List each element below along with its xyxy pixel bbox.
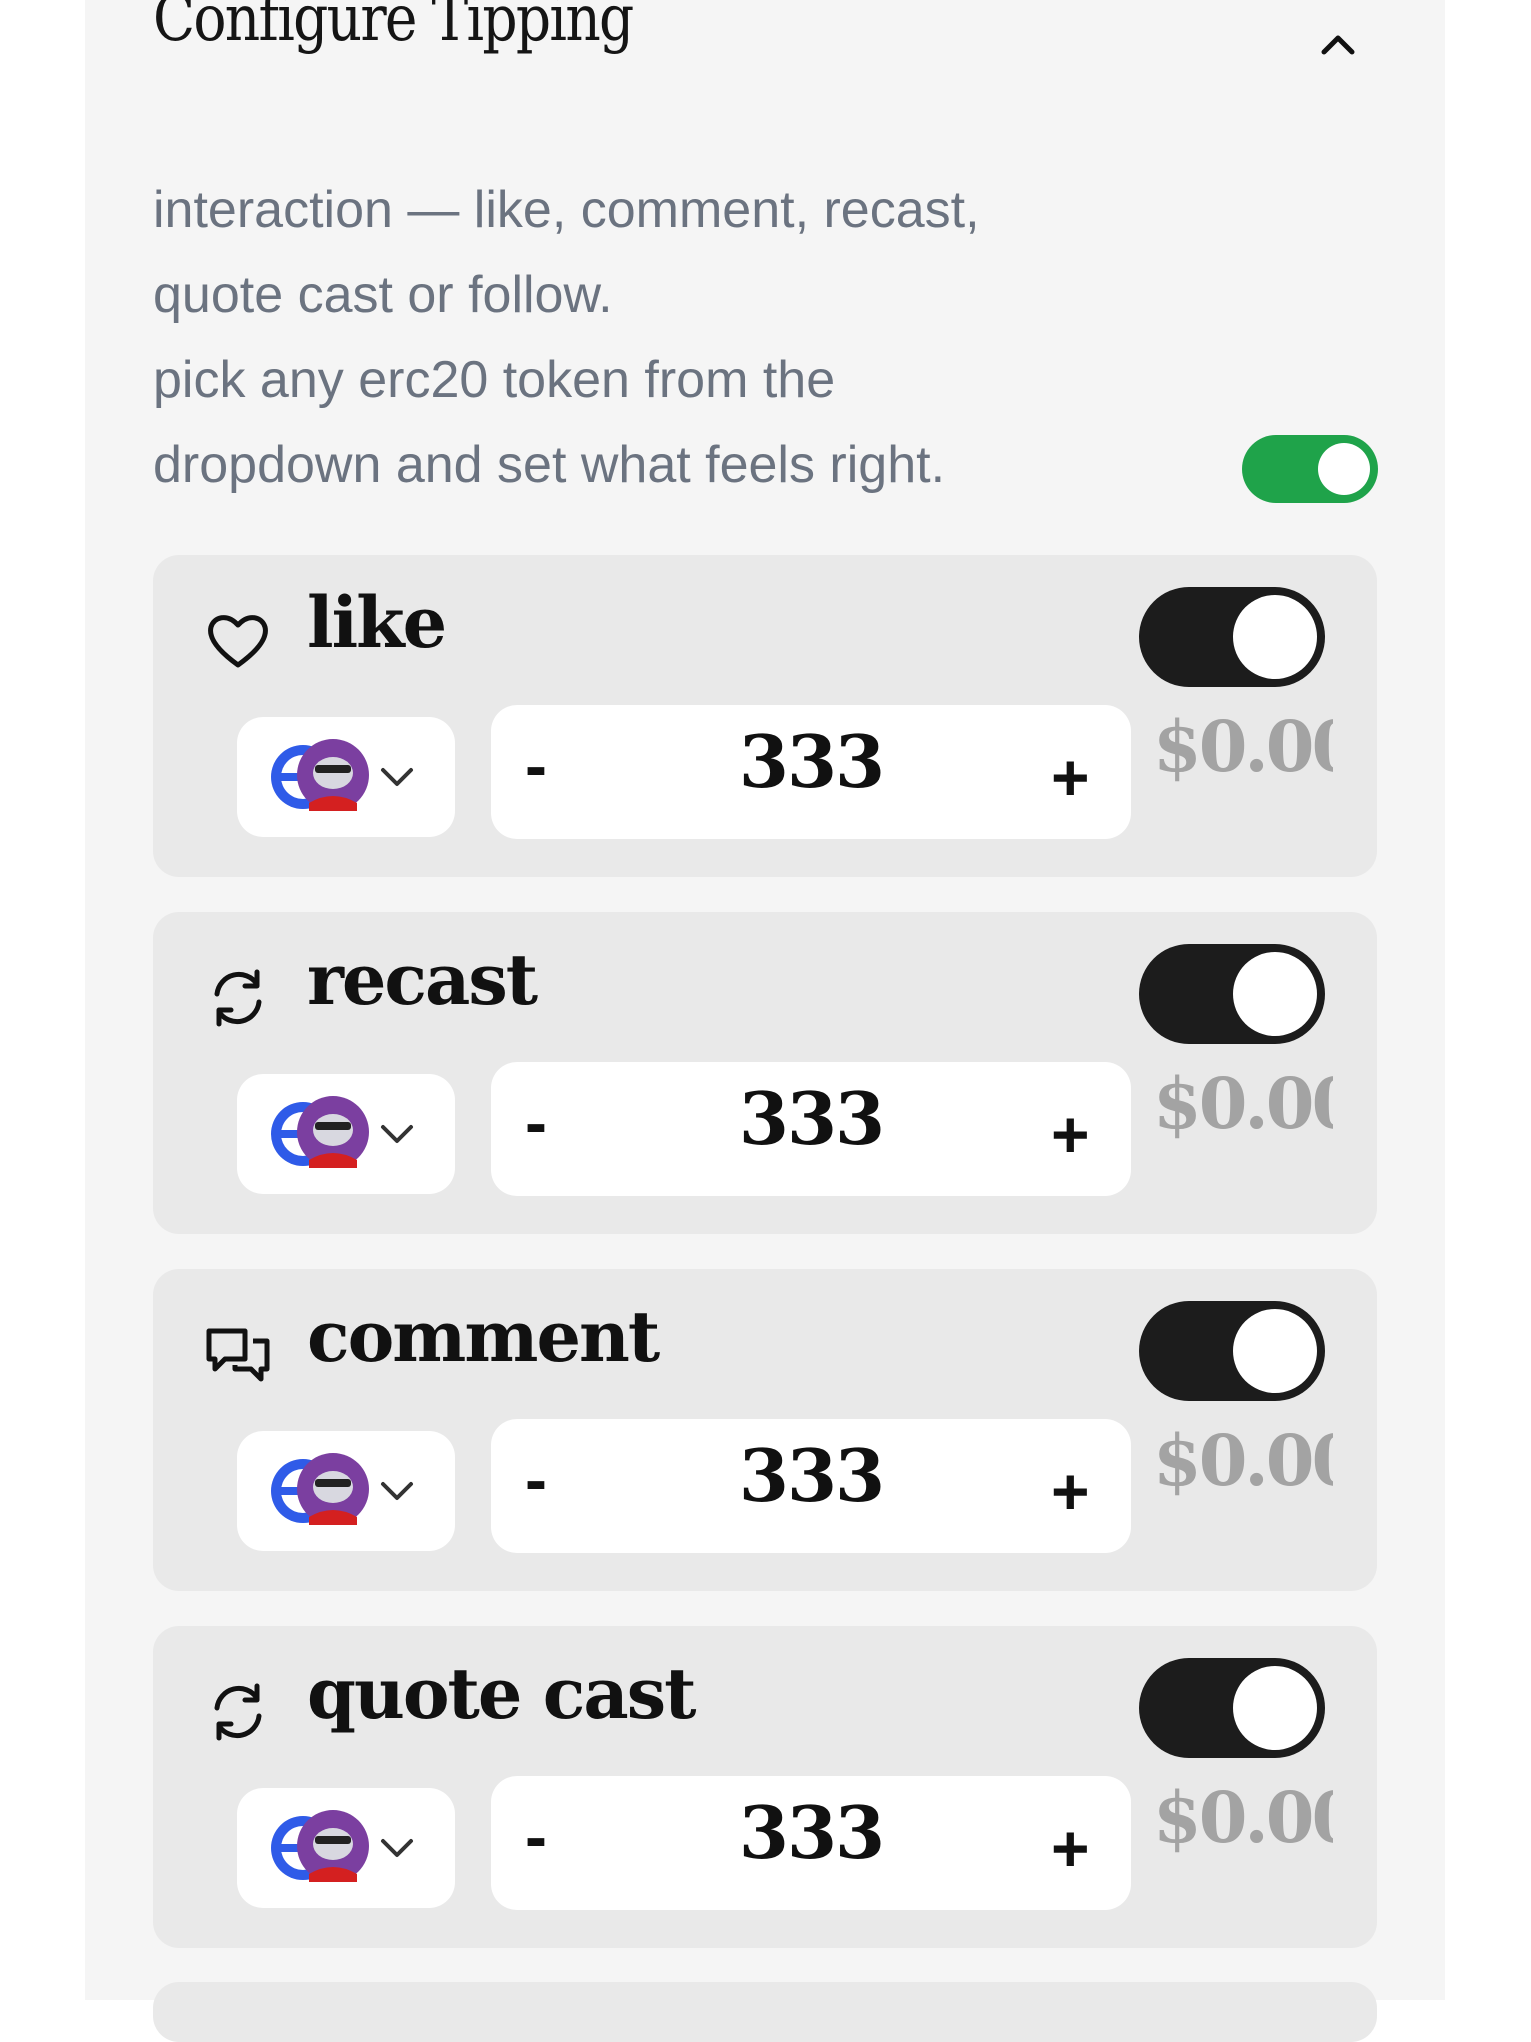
amount-value[interactable]: 333 bbox=[491, 1790, 1131, 1875]
toggle-knob bbox=[1233, 952, 1317, 1036]
amount-value[interactable]: 333 bbox=[491, 1076, 1131, 1161]
increment-button[interactable]: + bbox=[1051, 1453, 1090, 1529]
action-card-like: like - 333 + $0.00 bbox=[153, 555, 1377, 877]
description-line: dropdown and set what feels right. bbox=[153, 436, 946, 494]
token-logo-icon bbox=[271, 1453, 369, 1525]
tipping-master-toggle[interactable] bbox=[1242, 435, 1378, 503]
increment-button[interactable]: + bbox=[1051, 1096, 1090, 1172]
recast-icon bbox=[214, 969, 262, 1027]
toggle-knob bbox=[1233, 595, 1317, 679]
section-description: interaction — like, comment, recast, quo… bbox=[153, 168, 1203, 508]
toggle-knob bbox=[1233, 1666, 1317, 1750]
action-card-next bbox=[153, 1982, 1377, 2042]
description-line: pick any erc20 token from the bbox=[153, 351, 836, 409]
action-toggle[interactable] bbox=[1139, 1658, 1325, 1758]
token-logo-icon bbox=[271, 1096, 369, 1168]
chevron-down-icon bbox=[381, 1839, 413, 1857]
action-toggle[interactable] bbox=[1139, 1301, 1325, 1401]
action-label: like bbox=[307, 581, 447, 664]
section-title: Configure Tipping bbox=[153, 0, 634, 56]
amount-stepper: - 333 + bbox=[491, 1776, 1131, 1910]
toggle-knob bbox=[1233, 1309, 1317, 1393]
usd-value: $0.00 bbox=[1153, 705, 1333, 788]
description-line: quote cast or follow. bbox=[153, 266, 613, 324]
action-label: comment bbox=[307, 1295, 660, 1378]
usd-value: $0.00 bbox=[1153, 1776, 1333, 1859]
token-select[interactable] bbox=[237, 1431, 455, 1551]
toggle-knob bbox=[1318, 443, 1370, 495]
amount-value[interactable]: 333 bbox=[491, 719, 1131, 804]
action-card-recast: recast - 333 + $0.00 bbox=[153, 912, 1377, 1234]
token-logo-icon bbox=[271, 1810, 369, 1882]
usd-value: $0.00 bbox=[1153, 1062, 1333, 1145]
chevron-down-icon bbox=[381, 768, 413, 786]
usd-value: $0.00 bbox=[1153, 1419, 1333, 1502]
action-card-quote-cast: quote cast - 333 + $0.00 bbox=[153, 1626, 1377, 1948]
token-select[interactable] bbox=[237, 1074, 455, 1194]
token-select[interactable] bbox=[237, 1788, 455, 1908]
configure-tipping-panel: Configure Tipping interaction — like, co… bbox=[85, 0, 1445, 2042]
chevron-down-icon bbox=[381, 1482, 413, 1500]
chevron-down-icon bbox=[381, 1125, 413, 1143]
amount-value[interactable]: 333 bbox=[491, 1433, 1131, 1518]
comment-icon bbox=[206, 1328, 270, 1382]
action-toggle[interactable] bbox=[1139, 587, 1325, 687]
amount-stepper: - 333 + bbox=[491, 705, 1131, 839]
increment-button[interactable]: + bbox=[1051, 1810, 1090, 1886]
action-label: quote cast bbox=[307, 1652, 696, 1735]
description-line: interaction — like, comment, recast, bbox=[153, 181, 980, 239]
action-toggle[interactable] bbox=[1139, 944, 1325, 1044]
token-select[interactable] bbox=[237, 717, 455, 837]
amount-stepper: - 333 + bbox=[491, 1419, 1131, 1553]
increment-button[interactable]: + bbox=[1051, 739, 1090, 815]
amount-stepper: - 333 + bbox=[491, 1062, 1131, 1196]
token-logo-icon bbox=[271, 739, 369, 811]
chevron-up-icon[interactable] bbox=[1315, 22, 1361, 68]
heart-icon bbox=[208, 615, 268, 668]
action-label: recast bbox=[307, 938, 538, 1021]
action-card-comment: comment - 333 + $0.00 bbox=[153, 1269, 1377, 1591]
recast-icon bbox=[214, 1683, 262, 1741]
